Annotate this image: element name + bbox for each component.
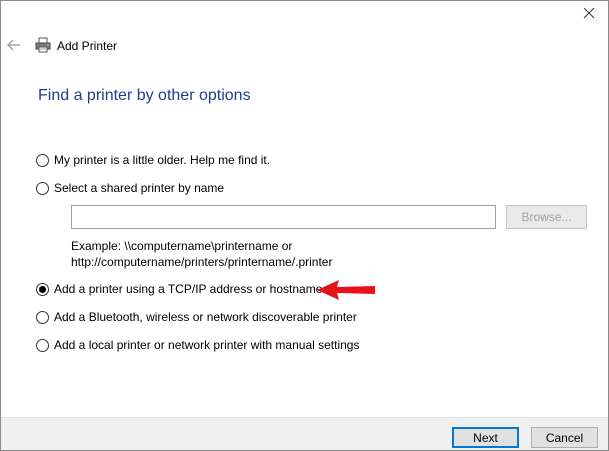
option-local-printer[interactable]: Add a local printer or network printer w… (36, 337, 359, 353)
option-bluetooth-printer[interactable]: Add a Bluetooth, wireless or network dis… (36, 309, 357, 325)
add-printer-window: Add Printer Find a printer by other opti… (0, 0, 609, 451)
window-title: Add Printer (57, 39, 118, 53)
radio-button[interactable] (36, 338, 49, 352)
next-button[interactable]: Next (452, 427, 519, 448)
cancel-button[interactable]: Cancel (531, 427, 598, 448)
radio-button[interactable] (36, 153, 49, 167)
option-label: Select a shared printer by name (54, 181, 225, 195)
page-title: Find a printer by other options (38, 87, 251, 104)
option-label: My printer is a little older. Help me fi… (54, 153, 271, 167)
option-label: Add a local printer or network printer w… (54, 338, 360, 352)
radio-button[interactable] (36, 310, 49, 324)
close-icon[interactable] (582, 6, 596, 20)
option-label: Add a Bluetooth, wireless or network dis… (54, 310, 357, 324)
option-tcpip-printer[interactable]: Add a printer using a TCP/IP address or … (36, 281, 322, 297)
example-line: http://computername/printers/printername… (71, 255, 333, 269)
option-shared-printer[interactable]: Select a shared printer by name (36, 180, 224, 196)
radio-button-selected[interactable] (36, 282, 49, 296)
example-hint: Example: \\computername\printername or h… (71, 238, 332, 270)
footer-bar: Next Cancel (1, 417, 608, 450)
option-label: Add a printer using a TCP/IP address or … (54, 282, 323, 296)
back-arrow-icon[interactable] (7, 38, 21, 52)
red-arrow-icon (317, 280, 375, 300)
example-line: Example: \\computername\printername or (71, 239, 293, 253)
shared-printer-name-input[interactable] (71, 205, 496, 229)
radio-button[interactable] (36, 181, 49, 195)
option-older-printer[interactable]: My printer is a little older. Help me fi… (36, 152, 270, 168)
printer-icon (35, 37, 51, 53)
browse-button[interactable]: Browse... (506, 205, 587, 229)
